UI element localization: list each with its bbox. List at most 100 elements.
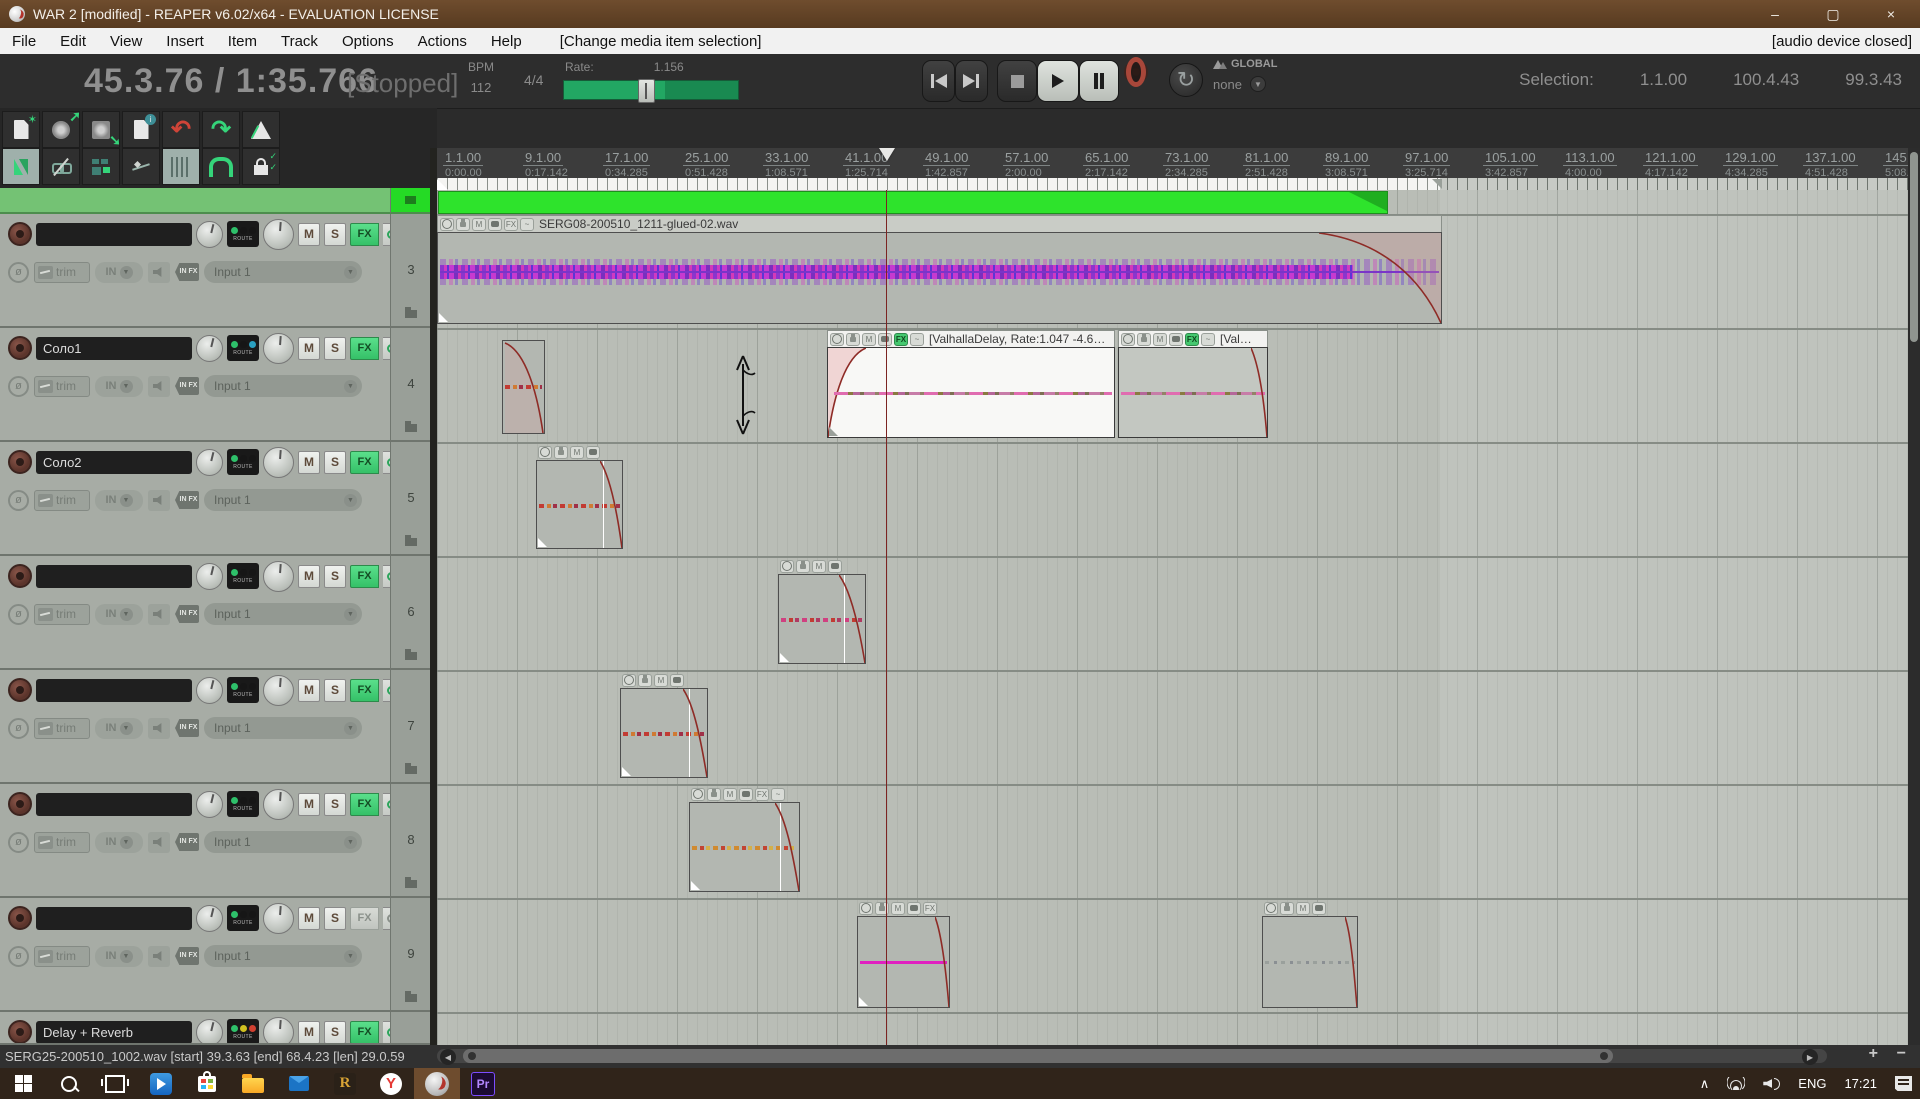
metronome-button[interactable] [242, 111, 280, 148]
pan-knob[interactable] [196, 221, 223, 248]
pan-knob[interactable] [196, 335, 223, 362]
route-button[interactable]: ROUTE [227, 335, 259, 361]
horizontal-scrollbar-thumb[interactable] [463, 1049, 1613, 1063]
vertical-scrollbar-thumb[interactable] [1910, 152, 1918, 342]
record-arm-button[interactable] [8, 222, 32, 246]
folder-icon[interactable] [405, 424, 417, 432]
pause-button[interactable] [1079, 60, 1119, 102]
item-notes-icon[interactable] [1312, 902, 1326, 915]
route-button[interactable]: ROUTE [227, 1019, 259, 1045]
fade-in-handle[interactable] [622, 767, 631, 776]
record-input-button[interactable]: IN▼ [95, 604, 143, 625]
item-timebase-icon[interactable] [859, 902, 873, 915]
item-mute-icon[interactable]: M [472, 218, 486, 231]
pan-knob[interactable] [196, 1019, 223, 1046]
input-fx-button[interactable]: IN FX [175, 947, 199, 965]
item-mute-icon[interactable]: M [1296, 902, 1310, 915]
fx-button[interactable]: FX [350, 907, 379, 930]
track-panel[interactable]: Соло1ROUTEMSFXøtrimIN▼IN FXInput 1▼ [0, 328, 390, 442]
premiere-pro-app[interactable]: Pr [460, 1068, 506, 1099]
trim-envelope-button[interactable]: trim [34, 946, 90, 967]
volume-knob[interactable] [263, 675, 294, 706]
item-timebase-icon[interactable] [440, 218, 454, 231]
route-button[interactable]: ROUTE [227, 905, 259, 931]
record-arm-button[interactable] [8, 906, 32, 930]
track-name-field[interactable] [36, 565, 192, 588]
input-select[interactable]: Input 1▼ [204, 375, 362, 397]
item-envelope-icon[interactable]: ~ [520, 218, 534, 231]
input-select[interactable]: Input 1▼ [204, 945, 362, 967]
project-settings-button[interactable]: i [122, 111, 160, 148]
ruler-label[interactable]: 89.1.003:08.571 [1323, 150, 1403, 179]
bpm-value[interactable]: 112 [468, 80, 494, 95]
track-panel[interactable]: ROUTEMSFXøtrimIN▼IN FXInput 1▼ [0, 670, 390, 784]
track-name-field[interactable]: Соло2 [36, 451, 192, 474]
item-mute-icon[interactable]: M [570, 446, 584, 459]
track-panel[interactable]: ROUTEMSFXøtrimIN▼IN FXInput 1▼ [0, 214, 390, 328]
input-select[interactable]: Input 1▼ [204, 603, 362, 625]
fx-button[interactable]: FX [350, 1021, 379, 1044]
record-monitor-button[interactable] [148, 376, 170, 397]
item-envelope-icon[interactable]: ~ [1201, 333, 1215, 346]
media-item-t5[interactable]: M [536, 444, 623, 549]
phase-button[interactable]: ø [8, 376, 29, 397]
item-fx-icon[interactable]: FX [1185, 333, 1199, 346]
media-item-t7[interactable]: M [620, 672, 708, 778]
zoom-in-button[interactable]: + [1869, 1045, 1878, 1063]
item-notes-icon[interactable] [1169, 333, 1183, 346]
timeline-ruler[interactable]: 1.1.000:00.009.1.000:17.14217.1.000:34.2… [437, 148, 1908, 190]
scroll-left-button[interactable]: ◀ [440, 1049, 456, 1065]
track-name-field[interactable] [36, 679, 192, 702]
item-mute-icon[interactable]: M [891, 902, 905, 915]
mute-button[interactable]: M [298, 907, 320, 930]
volume-knob[interactable] [263, 903, 294, 934]
tray-expand-icon[interactable]: ∧ [1700, 1076, 1710, 1092]
rate-slider-thumb[interactable] [638, 79, 655, 103]
fade-in-handle[interactable] [829, 427, 838, 436]
menu-edit[interactable]: Edit [48, 33, 98, 50]
solo-button[interactable]: S [324, 679, 346, 702]
input-select[interactable]: Input 1▼ [204, 717, 362, 739]
folder-icon[interactable] [405, 880, 417, 888]
selection-end-marker[interactable] [1432, 179, 1442, 189]
track-number-cell[interactable]: 3 [390, 214, 431, 328]
item-grouping-button[interactable] [42, 148, 80, 185]
mute-button[interactable]: M [298, 793, 320, 816]
record-arm-button[interactable] [8, 450, 32, 474]
ruler-label[interactable]: 25.1.000:51.428 [683, 150, 763, 179]
fx-button[interactable]: FX [350, 223, 379, 246]
volume-knob[interactable] [263, 1017, 294, 1046]
record-monitor-button[interactable] [148, 262, 170, 283]
volume-knob[interactable] [263, 219, 294, 250]
record-arm-button[interactable] [8, 564, 32, 588]
fx-bypass-button[interactable] [383, 1021, 390, 1044]
pan-knob[interactable] [196, 905, 223, 932]
ruler-label[interactable]: 1.1.000:00.00 [443, 150, 523, 179]
ruler-label[interactable]: 105.1.003:42.857 [1483, 150, 1563, 179]
item-lock-icon[interactable] [638, 674, 652, 687]
ruler-label[interactable]: 81.1.002:51.428 [1243, 150, 1323, 179]
trim-envelope-button[interactable]: trim [34, 832, 90, 853]
movies-tv-app[interactable] [138, 1068, 184, 1099]
record-input-button[interactable]: IN▼ [95, 946, 143, 967]
trim-envelope-button[interactable]: trim [34, 376, 90, 397]
start-button[interactable] [0, 1068, 46, 1099]
item-lock-icon[interactable] [707, 788, 721, 801]
track-number-cell[interactable]: 8 [390, 784, 431, 898]
track-panel[interactable]: ROUTEMSFXøtrimIN▼IN FXInput 1▼ [0, 784, 390, 898]
item-lock-icon[interactable] [796, 560, 810, 573]
item-lock-icon[interactable] [554, 446, 568, 459]
clock[interactable]: 17:21 [1844, 1076, 1877, 1091]
solo-button[interactable]: S [324, 565, 346, 588]
record-monitor-button[interactable] [148, 718, 170, 739]
volume-icon[interactable] [1763, 1078, 1780, 1090]
envelope-points-button[interactable] [122, 148, 160, 185]
folder-icon[interactable] [405, 538, 417, 546]
undo-button[interactable]: ↶ [162, 111, 200, 148]
pan-knob[interactable] [196, 563, 223, 590]
menu-item[interactable]: Item [216, 33, 269, 50]
zoom-out-button[interactable]: − [1897, 1045, 1906, 1063]
record-input-button[interactable]: IN▼ [95, 718, 143, 739]
pan-knob[interactable] [196, 449, 223, 476]
volume-knob[interactable] [263, 789, 294, 820]
